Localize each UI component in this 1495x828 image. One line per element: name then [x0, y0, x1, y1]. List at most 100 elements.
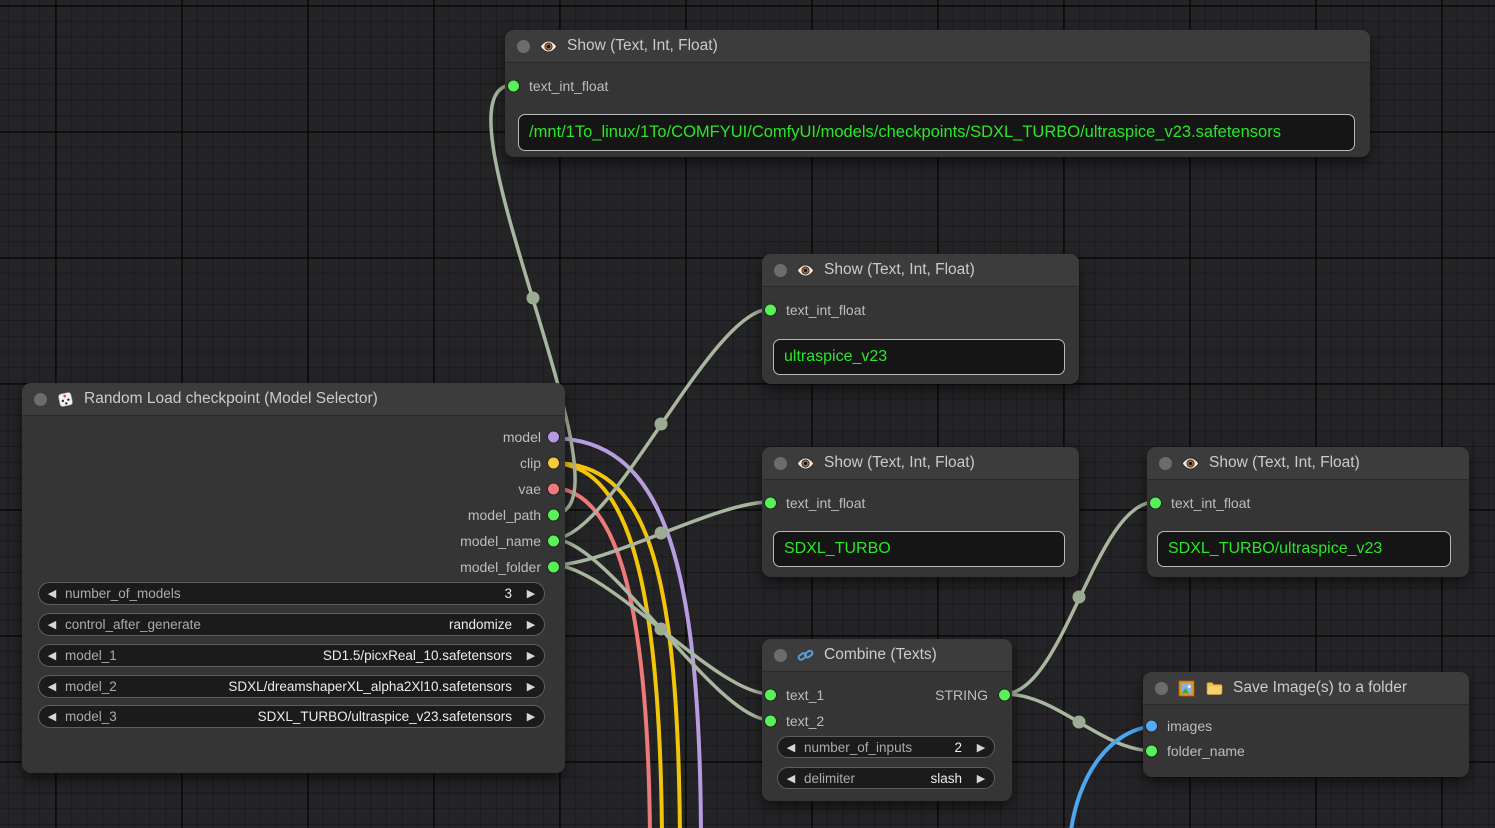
- collapse-dot[interactable]: [1155, 682, 1168, 695]
- output-slot-model-name[interactable]: model_name: [22, 528, 565, 554]
- output-slot-model[interactable]: model: [22, 424, 565, 450]
- node-show-path-header[interactable]: Show (Text, Int, Float): [505, 30, 1370, 63]
- input-dot[interactable]: [508, 81, 519, 92]
- input-dot[interactable]: [765, 716, 776, 727]
- node-random-loader[interactable]: Random Load checkpoint (Model Selector) …: [22, 383, 565, 773]
- wire-model-folder-show: [553, 502, 770, 565]
- input-dot[interactable]: [1146, 746, 1157, 757]
- eye-icon: [539, 37, 558, 56]
- increment-arrow-icon[interactable]: ▶: [518, 710, 544, 723]
- node-combine-texts-header[interactable]: Combine (Texts): [762, 639, 1012, 672]
- widget-model-2[interactable]: ◀ model_2 SDXL/dreamshaperXL_alpha2Xl10.…: [38, 675, 545, 698]
- show-value-box[interactable]: /mnt/1To_linux/1To/COMFYUI/ComfyUI/model…: [518, 114, 1355, 151]
- show-value-box[interactable]: SDXL_TURBO/ultraspice_v23: [1157, 531, 1451, 567]
- widget-value[interactable]: randomize: [201, 617, 518, 632]
- node-show-folder-header[interactable]: Show (Text, Int, Float): [762, 447, 1079, 480]
- decrement-arrow-icon[interactable]: ◀: [778, 741, 804, 754]
- output-dot[interactable]: [548, 562, 559, 573]
- increment-arrow-icon[interactable]: ▶: [518, 587, 544, 600]
- input-slot-images[interactable]: images: [1143, 714, 1469, 738]
- widget-value[interactable]: 2: [912, 740, 968, 755]
- output-slot-model-path[interactable]: model_path: [22, 502, 565, 528]
- widget-control-after-generate[interactable]: ◀ control_after_generate randomize ▶: [38, 613, 545, 636]
- widget-model-3[interactable]: ◀ model_3 SDXL_TURBO/ultraspice_v23.safe…: [38, 705, 545, 728]
- increment-arrow-icon[interactable]: ▶: [518, 680, 544, 693]
- output-dot[interactable]: [548, 484, 559, 495]
- input-slot-text-int-float[interactable]: text_int_float: [762, 297, 1079, 323]
- decrement-arrow-icon[interactable]: ◀: [39, 680, 65, 693]
- node-show-combined[interactable]: Show (Text, Int, Float) text_int_float S…: [1147, 447, 1469, 577]
- node-title: Show (Text, Int, Float): [567, 37, 718, 55]
- wire-string-folder-name: [1004, 694, 1155, 751]
- output-slot-clip[interactable]: clip: [22, 450, 565, 476]
- widget-value[interactable]: SD1.5/picxReal_10.safetensors: [117, 648, 518, 663]
- widget-label: model_2: [65, 679, 117, 694]
- input-dot[interactable]: [1150, 498, 1161, 509]
- widget-value[interactable]: 3: [181, 586, 518, 601]
- input-dot[interactable]: [765, 305, 776, 316]
- collapse-dot[interactable]: [774, 649, 787, 662]
- slot-label: text_int_float: [762, 302, 865, 318]
- widget-label: number_of_models: [65, 586, 181, 601]
- wire-vae: [553, 488, 650, 828]
- node-random-loader-header[interactable]: Random Load checkpoint (Model Selector): [22, 383, 565, 416]
- node-show-path[interactable]: Show (Text, Int, Float) text_int_float /…: [505, 30, 1370, 157]
- widget-label: delimiter: [804, 771, 855, 786]
- widget-value[interactable]: SDXL/dreamshaperXL_alpha2Xl10.safetensor…: [117, 679, 518, 694]
- collapse-dot[interactable]: [34, 393, 47, 406]
- widget-value[interactable]: slash: [855, 771, 968, 786]
- input-slot-text-int-float[interactable]: text_int_float: [762, 490, 1079, 516]
- widget-number-of-models[interactable]: ◀ number_of_models 3 ▶: [38, 582, 545, 605]
- widget-delimiter[interactable]: ◀ delimiter slash ▶: [777, 767, 995, 789]
- node-show-name-header[interactable]: Show (Text, Int, Float): [762, 254, 1079, 287]
- node-show-name[interactable]: Show (Text, Int, Float) text_int_float u…: [762, 254, 1079, 384]
- increment-arrow-icon[interactable]: ▶: [968, 772, 994, 785]
- node-show-combined-header[interactable]: Show (Text, Int, Float): [1147, 447, 1469, 480]
- link-icon: [796, 646, 815, 665]
- input-dot[interactable]: [765, 690, 776, 701]
- node-graph-canvas[interactable]: Show (Text, Int, Float) text_int_float /…: [0, 0, 1495, 828]
- output-slot-vae[interactable]: vae: [22, 476, 565, 502]
- show-value-box[interactable]: SDXL_TURBO: [773, 531, 1065, 567]
- output-dot[interactable]: [548, 458, 559, 469]
- decrement-arrow-icon[interactable]: ◀: [39, 649, 65, 662]
- input-dot[interactable]: [765, 498, 776, 509]
- output-dot[interactable]: [548, 432, 559, 443]
- decrement-arrow-icon[interactable]: ◀: [39, 618, 65, 631]
- input-slot-text-2[interactable]: text_2: [762, 708, 1012, 734]
- node-save-images[interactable]: Save Image(s) to a folder images folder_…: [1143, 672, 1469, 777]
- input-dot[interactable]: [1146, 721, 1157, 732]
- collapse-dot[interactable]: [517, 40, 530, 53]
- collapse-dot[interactable]: [774, 264, 787, 277]
- node-combine-texts[interactable]: Combine (Texts) text_1 STRING text_2 ◀ n…: [762, 639, 1012, 801]
- widget-model-1[interactable]: ◀ model_1 SD1.5/picxReal_10.safetensors …: [38, 644, 545, 667]
- increment-arrow-icon[interactable]: ▶: [518, 618, 544, 631]
- decrement-arrow-icon[interactable]: ◀: [778, 772, 804, 785]
- collapse-dot[interactable]: [774, 457, 787, 470]
- eye-icon: [1181, 454, 1200, 473]
- show-value-box[interactable]: ultraspice_v23: [773, 339, 1065, 375]
- output-dot[interactable]: [999, 690, 1010, 701]
- input-slot-folder-name[interactable]: folder_name: [1143, 739, 1469, 763]
- output-dot[interactable]: [548, 510, 559, 521]
- eye-icon: [796, 454, 815, 473]
- decrement-arrow-icon[interactable]: ◀: [39, 710, 65, 723]
- output-slot-model-folder[interactable]: model_folder: [22, 554, 565, 580]
- input-slot-text-1[interactable]: text_1 STRING: [762, 682, 1012, 708]
- increment-arrow-icon[interactable]: ▶: [518, 649, 544, 662]
- node-title: Show (Text, Int, Float): [824, 454, 975, 472]
- collapse-dot[interactable]: [1159, 457, 1172, 470]
- input-slot-text-int-float[interactable]: text_int_float: [505, 73, 1370, 99]
- widget-label: model_3: [65, 709, 117, 724]
- node-show-folder[interactable]: Show (Text, Int, Float) text_int_float S…: [762, 447, 1079, 577]
- node-save-images-header[interactable]: Save Image(s) to a folder: [1143, 672, 1469, 705]
- widget-number-of-inputs[interactable]: ◀ number_of_inputs 2 ▶: [777, 736, 995, 758]
- wire-model-name-show: [553, 309, 770, 539]
- increment-arrow-icon[interactable]: ▶: [968, 741, 994, 754]
- wire-clip-2: [553, 463, 662, 828]
- input-slot-text-int-float[interactable]: text_int_float: [1147, 490, 1469, 516]
- node-title: Random Load checkpoint (Model Selector): [84, 390, 378, 408]
- decrement-arrow-icon[interactable]: ◀: [39, 587, 65, 600]
- output-dot[interactable]: [548, 536, 559, 547]
- widget-value[interactable]: SDXL_TURBO/ultraspice_v23.safetensors: [117, 709, 518, 724]
